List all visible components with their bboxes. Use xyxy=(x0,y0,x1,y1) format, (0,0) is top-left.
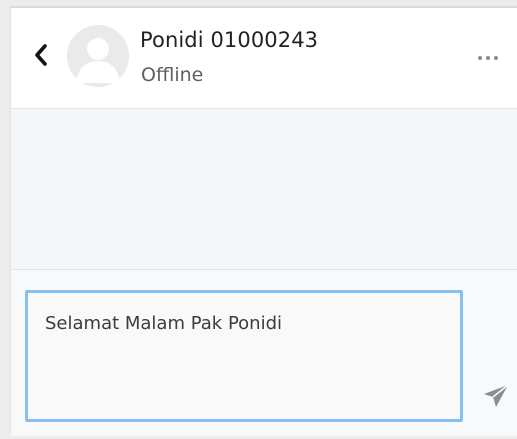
more-options-button[interactable] xyxy=(473,48,503,68)
back-button[interactable] xyxy=(29,40,53,70)
message-list[interactable] xyxy=(11,109,517,270)
user-placeholder-icon xyxy=(67,25,129,87)
send-button[interactable] xyxy=(481,381,511,411)
chat-window: Ponidi 01000243 Offline Selamat Malam Pa… xyxy=(0,0,517,439)
chevron-left-icon xyxy=(35,44,47,66)
more-horizontal-icon xyxy=(478,56,498,60)
chat-header: Ponidi 01000243 Offline xyxy=(11,8,517,109)
chat-panel: Ponidi 01000243 Offline Selamat Malam Pa… xyxy=(10,6,517,436)
contact-name: Ponidi 01000243 xyxy=(140,28,319,52)
contact-status: Offline xyxy=(141,64,204,86)
send-icon xyxy=(484,384,509,407)
message-composer: Selamat Malam Pak Ponidi xyxy=(11,270,517,436)
avatar[interactable] xyxy=(67,25,129,87)
message-input[interactable]: Selamat Malam Pak Ponidi xyxy=(25,290,463,422)
